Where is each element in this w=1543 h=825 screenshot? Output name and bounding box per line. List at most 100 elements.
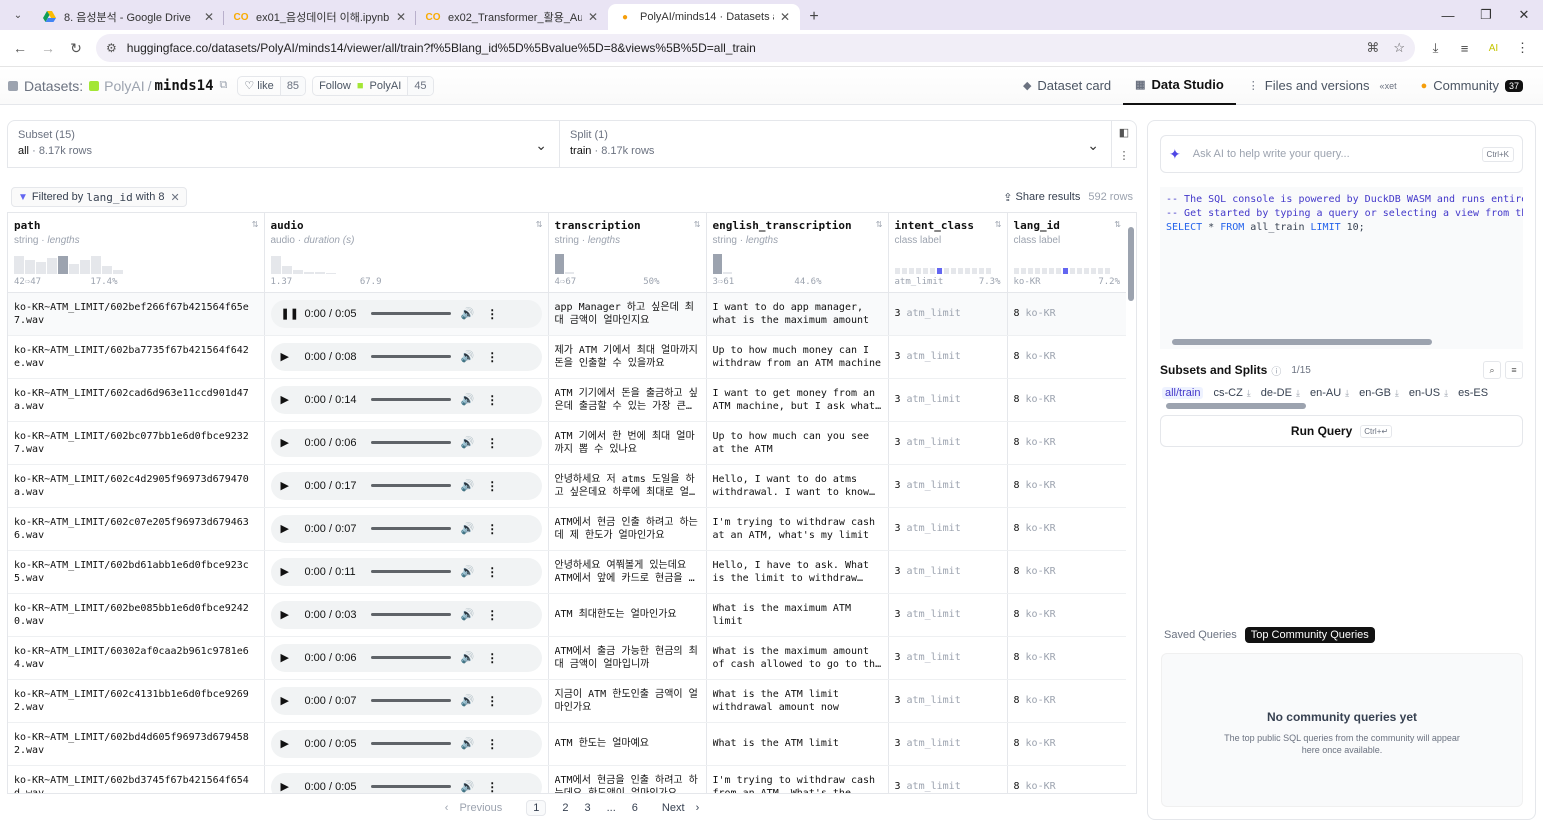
audio-progress[interactable] <box>370 398 451 401</box>
panel-toggle-icon[interactable]: ◧ <box>1119 126 1129 139</box>
table-row[interactable]: ko-KR~ATM_LIMIT/602ba7735f67b421564f642e… <box>8 335 1126 379</box>
active-filter-badge[interactable]: ▼ Filtered by lang_id with 8 ✕ <box>11 187 187 207</box>
table-row[interactable]: ko-KR~ATM_LIMIT/602c4d2905f96973d679470a… <box>8 464 1126 508</box>
subset-select[interactable]: Subset (15) all · 8.17k rows ⌄ <box>8 121 560 167</box>
audio-player[interactable]: ▶ 0:00 / 0:05 🔊 ⋮ <box>270 729 542 758</box>
pause-icon[interactable]: ❚❚ <box>281 307 299 320</box>
cell-english-transcription[interactable]: What is the maximum ATM limit <box>706 593 889 637</box>
play-icon[interactable]: ▶ <box>281 780 299 793</box>
extension-icon[interactable]: AI <box>1479 40 1508 56</box>
volume-icon[interactable]: 🔊 <box>461 307 475 320</box>
play-icon[interactable]: ▶ <box>281 694 299 707</box>
list-icon[interactable]: ≡ <box>1505 361 1523 379</box>
play-icon[interactable]: ▶ <box>281 522 299 535</box>
scroll-thumb[interactable] <box>1128 227 1134 301</box>
sort-icon[interactable]: ⇅ <box>252 220 259 229</box>
cell-lang-id[interactable]: 8 ko-KR <box>1007 636 1126 680</box>
more-options-icon[interactable]: ⋮ <box>486 651 498 665</box>
tab-search-icon[interactable]: ⌄ <box>4 0 32 30</box>
cell-english-transcription[interactable]: What is the ATM limit withdrawal amount … <box>706 679 889 723</box>
cell-transcription[interactable]: 안녕하세요 여쭤볼게 있는데요 ATM에서 앞에 카드로 현금을 뽑을 수 있는… <box>548 550 707 594</box>
volume-icon[interactable]: 🔊 <box>461 436 475 449</box>
audio-progress[interactable] <box>370 355 451 358</box>
forward-arrow-icon[interactable]: → <box>34 34 62 62</box>
cell-transcription[interactable]: ATM에서 현금 인출 하려고 하는데 제 한도가 얼마인가요 <box>548 507 707 551</box>
more-options-icon[interactable]: ⋮ <box>486 479 498 493</box>
cell-path[interactable]: ko-KR~ATM_LIMIT/602c07e205f96973d6794636… <box>8 507 265 551</box>
audio-progress[interactable] <box>370 742 451 745</box>
audio-player[interactable]: ▶ 0:00 / 0:03 🔊 ⋮ <box>270 600 542 629</box>
translate-icon[interactable]: ⌘ <box>1366 40 1379 56</box>
tab-data-studio[interactable]: ▦ Data Studio <box>1123 67 1236 105</box>
table-row[interactable]: ko-KR~ATM_LIMIT/602be085bb1e6d0fbce92420… <box>8 593 1126 637</box>
follow-button[interactable]: Follow ■ PolyAI 45 <box>312 75 434 96</box>
info-icon[interactable]: ⓘ <box>1271 363 1281 378</box>
close-icon[interactable]: ✕ <box>588 10 598 24</box>
cell-intent-class[interactable]: 3 atm_limit <box>888 421 1008 465</box>
cell-transcription[interactable]: app Manager 하고 싶은데 최대 금액이 얼마인지요 <box>548 292 707 336</box>
cell-lang-id[interactable]: 8 ko-KR <box>1007 593 1126 637</box>
cell-intent-class[interactable]: 3 atm_limit <box>888 378 1008 422</box>
volume-icon[interactable]: 🔊 <box>461 608 475 621</box>
table-row[interactable]: ko-KR~ATM_LIMIT/60302af0caa2b961c9781e64… <box>8 636 1126 680</box>
play-icon[interactable]: ▶ <box>281 565 299 578</box>
more-options-icon[interactable]: ⋮ <box>486 307 498 321</box>
tab-community[interactable]: ● Community 37 <box>1409 67 1535 105</box>
more-options-icon[interactable]: ⋮ <box>486 350 498 364</box>
play-icon[interactable]: ▶ <box>281 393 299 406</box>
cell-transcription[interactable]: 안녕하세요 저 atms 도일을 하고 싶은데요 하루에 최대로 얼마까지 할 … <box>548 464 707 508</box>
cell-lang-id[interactable]: 8 ko-KR <box>1007 507 1126 551</box>
column-header-english-transcription[interactable]: english_transcription string · lengths ⇅… <box>706 213 889 293</box>
cell-transcription[interactable]: ATM 한도는 얼마예요 <box>548 722 707 766</box>
ask-ai-input[interactable]: ✦ Ask AI to help write your query... Ctr… <box>1160 135 1523 173</box>
browser-tab-drive[interactable]: 8. 음성분석 - Google Drive ✕ <box>32 4 224 30</box>
play-icon[interactable]: ▶ <box>281 350 299 363</box>
volume-icon[interactable]: 🔊 <box>461 737 475 750</box>
volume-icon[interactable]: 🔊 <box>461 780 475 793</box>
column-header-intent-class[interactable]: intent_class class label ⇅ atm_limit 7.3% <box>888 213 1008 293</box>
cell-intent-class[interactable]: 3 atm_limit <box>888 636 1008 680</box>
cell-lang-id[interactable]: 8 ko-KR <box>1007 292 1126 336</box>
audio-progress[interactable] <box>370 484 451 487</box>
horizontal-scrollbar[interactable] <box>1172 339 1515 345</box>
bookmark-star-icon[interactable]: ☆ <box>1393 40 1405 56</box>
cell-english-transcription[interactable]: What is the maximum amount of cash allow… <box>706 636 889 680</box>
cell-english-transcription[interactable]: Up to how much money can I withdraw from… <box>706 335 889 379</box>
column-header-lang-id[interactable]: lang_id class label ⇅ ko-KR 7.2% <box>1007 213 1126 293</box>
close-window-icon[interactable]: ✕ <box>1505 0 1543 30</box>
play-icon[interactable]: ▶ <box>281 737 299 750</box>
cell-english-transcription[interactable]: I want to do app manager, what is the ma… <box>706 292 889 336</box>
cell-transcription[interactable]: ATM 기기에서 돈을 출금하고 싶은데 출금할 수 있는 가장 큰 금액이 얼… <box>548 378 707 422</box>
minimize-icon[interactable]: — <box>1429 0 1467 30</box>
next-page-button[interactable]: Next › <box>654 802 699 814</box>
cell-transcription[interactable]: 제가 ATM 기에서 최대 얼마까지 돈을 인출할 수 있을까요 <box>548 335 707 379</box>
repo-link[interactable]: minds14 <box>155 78 214 94</box>
audio-player[interactable]: ▶ 0:00 / 0:14 🔊 ⋮ <box>270 385 542 414</box>
subset-chip[interactable]: en-GB ⤓ <box>1359 387 1399 399</box>
play-icon[interactable]: ▶ <box>281 436 299 449</box>
prev-page-button[interactable]: ‹ Previous <box>445 802 511 814</box>
table-row[interactable]: ko-KR~ATM_LIMIT/602bef266f67b421564f65e7… <box>8 292 1126 336</box>
table-row[interactable]: ko-KR~ATM_LIMIT/602bd3745f67b421564f654d… <box>8 765 1126 793</box>
play-icon[interactable]: ▶ <box>281 608 299 621</box>
cell-english-transcription[interactable]: I'm trying to withdraw cash at an ATM, w… <box>706 507 889 551</box>
cell-transcription[interactable]: ATM 최대한도는 얼마인가요 <box>548 593 707 637</box>
close-icon[interactable]: ✕ <box>204 10 214 24</box>
cell-lang-id[interactable]: 8 ko-KR <box>1007 550 1126 594</box>
cell-transcription[interactable]: 지금이 ATM 한도인출 금액이 얼마인가요 <box>548 679 707 723</box>
volume-icon[interactable]: 🔊 <box>461 479 475 492</box>
sort-icon[interactable]: ⇅ <box>694 220 701 229</box>
volume-icon[interactable]: 🔊 <box>461 651 475 664</box>
cell-path[interactable]: ko-KR~ATM_LIMIT/602ba7735f67b421564f642e… <box>8 335 265 379</box>
url-field[interactable]: ⚙ huggingface.co/datasets/PolyAI/minds14… <box>96 34 1415 62</box>
cell-lang-id[interactable]: 8 ko-KR <box>1007 464 1126 508</box>
menu-dots-icon[interactable]: ⋮ <box>1508 40 1537 56</box>
reload-icon[interactable]: ↻ <box>62 34 90 62</box>
subset-chip[interactable]: cs-CZ ⤓ <box>1213 387 1250 399</box>
share-results-button[interactable]: ⇪ Share results 592 rows <box>1003 191 1133 204</box>
close-icon[interactable]: ✕ <box>780 10 790 24</box>
cell-lang-id[interactable]: 8 ko-KR <box>1007 722 1126 766</box>
table-row[interactable]: ko-KR~ATM_LIMIT/602bc077bb1e6d0fbce92327… <box>8 421 1126 465</box>
cell-path[interactable]: ko-KR~ATM_LIMIT/602bef266f67b421564f65e7… <box>8 292 265 336</box>
media-control-icon[interactable]: ≡ <box>1450 40 1479 56</box>
